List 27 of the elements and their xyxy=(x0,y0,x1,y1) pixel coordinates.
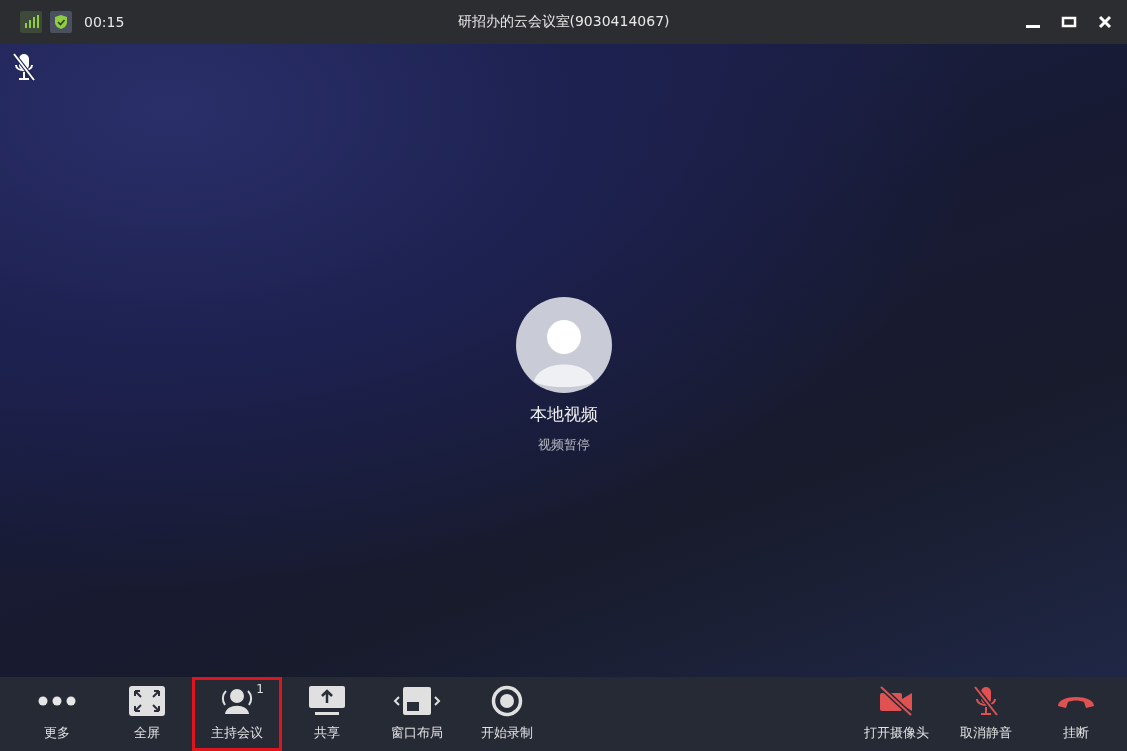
camera-off-icon xyxy=(878,686,914,716)
layout-icon xyxy=(393,686,441,716)
avatar-icon xyxy=(515,297,612,393)
toolbar-button[interactable]: 全屏 xyxy=(102,677,192,751)
window-title: 研招办的云会议室(9030414067) xyxy=(457,13,670,31)
video-status: 视频暂停 xyxy=(537,436,590,454)
toolbar-button[interactable]: 1 主持会议 xyxy=(192,677,282,751)
toolbar-button[interactable]: 打开摄像头 xyxy=(851,677,941,751)
host-count: 1 xyxy=(256,682,264,696)
fullscreen-icon xyxy=(129,686,165,716)
participant-name: 本地视频 xyxy=(529,403,598,426)
maximize-icon[interactable] xyxy=(1061,14,1077,30)
toolbar-button[interactable]: 窗口布局 xyxy=(372,677,462,751)
close-icon[interactable] xyxy=(1097,14,1113,30)
toolbar-button[interactable]: 取消静音 xyxy=(941,677,1031,751)
more-icon xyxy=(38,696,76,706)
signal-icon xyxy=(20,11,42,33)
toolbar-button[interactable]: 更多 xyxy=(12,677,102,751)
toolbar-button[interactable]: 挂断 xyxy=(1031,677,1121,751)
toolbar-button[interactable]: 开始录制 xyxy=(462,677,552,751)
share-icon xyxy=(309,686,345,716)
toolbar-button[interactable]: 共享 xyxy=(282,677,372,751)
people-icon xyxy=(220,687,254,715)
shield-icon xyxy=(50,11,72,33)
mic-off-icon xyxy=(972,685,1000,717)
call-timer: 00:15 xyxy=(84,14,125,30)
record-icon xyxy=(491,685,523,717)
